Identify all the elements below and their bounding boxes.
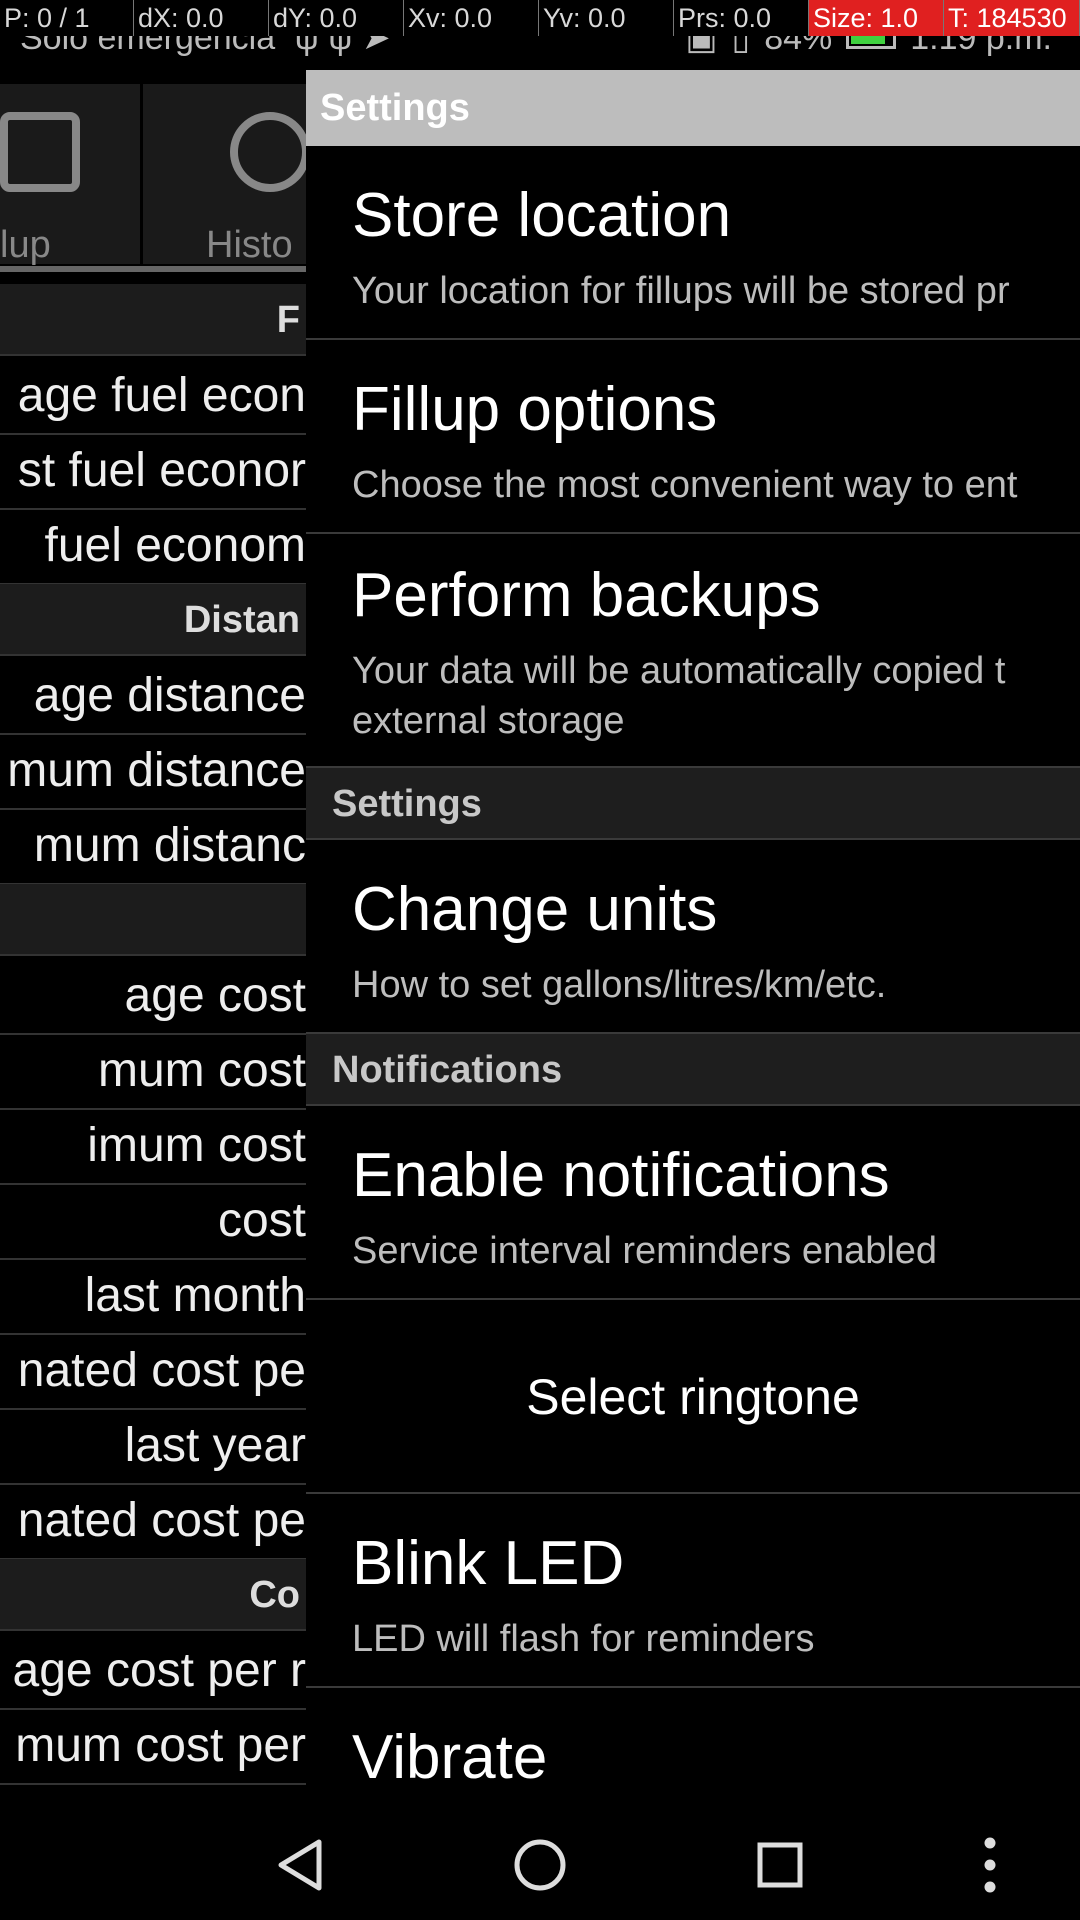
pref-title: Store location bbox=[352, 181, 732, 250]
tab-fillup-label: lup bbox=[0, 224, 51, 266]
pref-summary: LED will flash for reminders bbox=[352, 1618, 815, 1660]
statistics-row: last month bbox=[0, 1259, 306, 1335]
statistics-row: mum cost bbox=[0, 1034, 306, 1110]
debug-prs: Prs: 0.0 bbox=[674, 0, 809, 36]
statistics-row: last year bbox=[0, 1409, 306, 1485]
pref-enable-notifications[interactable]: Enable notifications Service interval re… bbox=[306, 1106, 1080, 1300]
category-notifications: Notifications bbox=[306, 1034, 1080, 1106]
tab-history-label: Histo bbox=[206, 224, 293, 266]
clock-icon bbox=[230, 112, 306, 192]
statistics-row: cost bbox=[0, 1184, 306, 1260]
debug-time: T: 184530 bbox=[944, 0, 1080, 36]
tab-fillup[interactable]: lup bbox=[0, 84, 143, 266]
pref-title: Fillup options bbox=[352, 375, 718, 444]
statistics-row: age cost bbox=[0, 959, 306, 1035]
statistics-row: age distance bbox=[0, 659, 306, 735]
pref-perform-backups[interactable]: Perform backups Your data will be automa… bbox=[306, 534, 1080, 768]
overflow-menu-icon bbox=[984, 1837, 996, 1893]
pref-title: Enable notifications bbox=[352, 1141, 890, 1210]
fuel-pump-icon bbox=[0, 112, 80, 192]
tab-underline bbox=[0, 266, 306, 272]
pref-summary: Your location for fillups will be stored… bbox=[352, 270, 1010, 312]
statistics-section-header bbox=[0, 884, 306, 956]
statistics-row: nated cost pe bbox=[0, 1334, 306, 1410]
tab-history[interactable]: Histo bbox=[143, 84, 306, 266]
debug-pointer: P: 0 / 1 bbox=[0, 0, 134, 36]
statistics-row: fuel econom bbox=[0, 509, 306, 585]
statistics-row: age fuel econ bbox=[0, 359, 306, 435]
recents-icon bbox=[757, 1842, 803, 1888]
debug-yv: Yv: 0.0 bbox=[539, 0, 674, 36]
back-button[interactable] bbox=[230, 1810, 370, 1920]
navigation-bar bbox=[0, 1810, 1080, 1920]
statistics-row: age cost per r bbox=[0, 1634, 306, 1710]
statistics-row: imum cost bbox=[0, 1109, 306, 1185]
pref-fillup-options[interactable]: Fillup options Choose the most convenien… bbox=[306, 340, 1080, 534]
tab-bar: lup Histo bbox=[0, 84, 306, 266]
statistics-screen: lup Histo Fage fuel econ st fuel econor f… bbox=[0, 70, 306, 1810]
home-button[interactable] bbox=[470, 1810, 610, 1920]
recents-button[interactable] bbox=[710, 1810, 850, 1920]
settings-panel: Settings Store location Your location fo… bbox=[306, 70, 1080, 1810]
pref-summary: How to set gallons/litres/km/etc. bbox=[352, 964, 887, 1006]
pref-change-units[interactable]: Change units How to set gallons/litres/k… bbox=[306, 840, 1080, 1034]
debug-dx: dX: 0.0 bbox=[134, 0, 269, 36]
pref-select-ringtone[interactable]: Select ringtone bbox=[306, 1300, 1080, 1494]
debug-xv: Xv: 0.0 bbox=[404, 0, 539, 36]
pref-summary: Choose the most convenient way to ent bbox=[352, 464, 1018, 506]
overflow-menu-button[interactable] bbox=[920, 1810, 1060, 1920]
pref-title: Blink LED bbox=[352, 1529, 625, 1598]
pref-title: Perform backups bbox=[352, 561, 821, 630]
settings-title: Settings bbox=[306, 70, 1080, 146]
home-icon bbox=[514, 1839, 566, 1891]
pref-vibrate[interactable]: Vibrate bbox=[306, 1688, 1080, 1810]
debug-size: Size: 1.0 bbox=[809, 0, 944, 36]
pref-title: Change units bbox=[352, 875, 718, 944]
pref-store-location[interactable]: Store location Your location for fillups… bbox=[306, 146, 1080, 340]
statistics-row: mum cost per bbox=[0, 1709, 306, 1785]
pointer-debug-bar: P: 0 / 1 dX: 0.0 dY: 0.0 Xv: 0.0 Yv: 0.0… bbox=[0, 0, 1080, 36]
pref-blink-led[interactable]: Blink LED LED will flash for reminders bbox=[306, 1494, 1080, 1688]
statistics-row: mum distanc bbox=[0, 809, 306, 885]
pref-summary: Service interval reminders enabled bbox=[352, 1230, 938, 1272]
statistics-section-header: F bbox=[0, 284, 306, 356]
pref-summary: Your data will be automatically copied t… bbox=[352, 650, 1006, 742]
back-icon bbox=[278, 1839, 322, 1891]
statistics-section-header: Co bbox=[0, 1559, 306, 1631]
debug-dy: dY: 0.0 bbox=[269, 0, 404, 36]
statistics-row: mum distance bbox=[0, 734, 306, 810]
statistics-row: st fuel econor bbox=[0, 434, 306, 510]
category-settings: Settings bbox=[306, 768, 1080, 840]
statistics-row: nated cost pe bbox=[0, 1484, 306, 1560]
statistics-section-header: Distan bbox=[0, 584, 306, 656]
pref-title: Vibrate bbox=[352, 1723, 548, 1792]
